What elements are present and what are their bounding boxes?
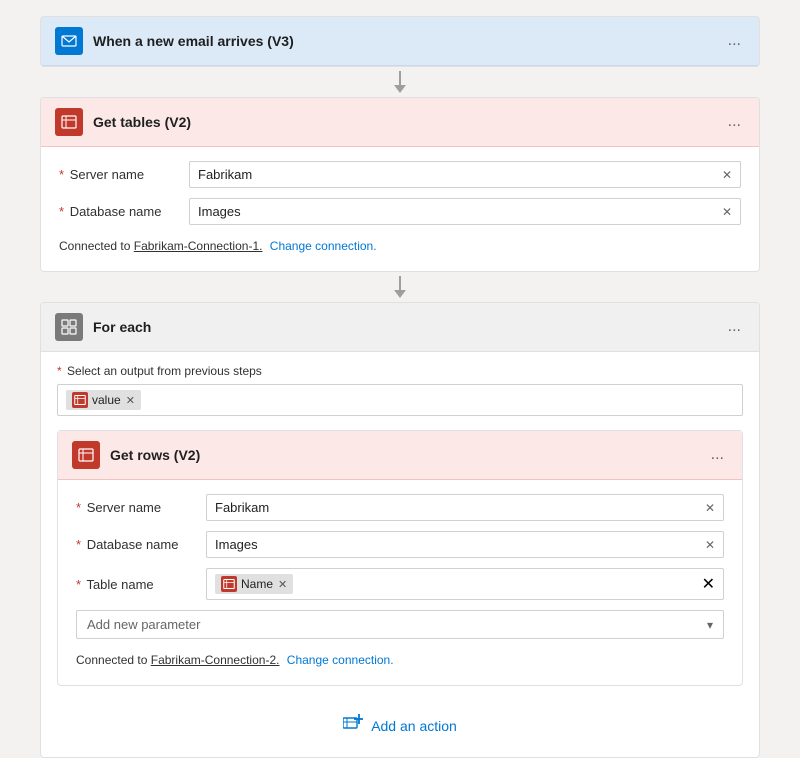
get-tables-body: * Server name Fabrikam ✕ * Database name… xyxy=(41,147,759,271)
get-tables-server-row: * Server name Fabrikam ✕ xyxy=(59,161,741,188)
add-action-label: Add an action xyxy=(371,718,457,734)
get-tables-title: Get tables (V2) xyxy=(93,114,724,130)
get-rows-table-tag-icon xyxy=(221,576,237,592)
get-tables-header: Get tables (V2) ... xyxy=(41,98,759,147)
get-rows-db-label: * Database name xyxy=(76,537,206,552)
get-rows-db-input[interactable]: Images ✕ xyxy=(206,531,724,558)
trigger-card: When a new email arrives (V3) ... xyxy=(40,16,760,67)
trigger-icon xyxy=(55,27,83,55)
get-tables-server-clear[interactable]: ✕ xyxy=(722,168,732,182)
get-rows-db-clear[interactable]: ✕ xyxy=(705,538,715,552)
get-rows-server-label: * Server name xyxy=(76,500,206,515)
get-rows-add-param-label: Add new parameter xyxy=(87,617,707,632)
get-tables-db-required: * xyxy=(59,204,64,219)
get-tables-server-required: * xyxy=(59,167,64,182)
get-rows-db-value: Images xyxy=(215,537,699,552)
add-action-icon xyxy=(343,714,363,737)
get-tables-db-label: * Database name xyxy=(59,204,189,219)
get-rows-db-row: * Database name Images ✕ xyxy=(76,531,724,558)
for-each-card: For each ... * Select an output from pre… xyxy=(40,302,760,758)
for-each-more-button[interactable]: ... xyxy=(724,318,745,336)
get-rows-card: Get rows (V2) ... * Server name Fabrikam… xyxy=(57,430,743,686)
get-rows-server-clear[interactable]: ✕ xyxy=(705,501,715,515)
get-rows-table-tag-label: Name xyxy=(241,577,273,591)
for-each-icon xyxy=(55,313,83,341)
for-each-tag-close[interactable]: ✕ xyxy=(126,394,135,407)
get-rows-connection-name[interactable]: Fabrikam-Connection-2. xyxy=(151,653,280,667)
get-tables-db-clear[interactable]: ✕ xyxy=(722,205,732,219)
for-each-title: For each xyxy=(93,319,724,335)
get-rows-table-tag: Name ✕ xyxy=(215,574,293,594)
get-rows-table-clear[interactable]: ✕ xyxy=(702,574,715,594)
get-rows-change-connection[interactable]: Change connection. xyxy=(287,653,394,667)
get-rows-server-value: Fabrikam xyxy=(215,500,699,515)
for-each-header: For each ... xyxy=(41,303,759,352)
get-tables-db-row: * Database name Images ✕ xyxy=(59,198,741,225)
for-each-value-tag: value ✕ xyxy=(66,390,141,410)
add-action-button[interactable]: Add an action xyxy=(323,706,477,745)
get-rows-server-input[interactable]: Fabrikam ✕ xyxy=(206,494,724,521)
trigger-title: When a new email arrives (V3) xyxy=(93,33,724,49)
for-each-select-label: * Select an output from previous steps xyxy=(57,364,743,378)
get-tables-server-label: * Server name xyxy=(59,167,189,182)
for-each-tag-input[interactable]: value ✕ xyxy=(57,384,743,416)
get-tables-db-input[interactable]: Images ✕ xyxy=(189,198,741,225)
get-tables-server-input[interactable]: Fabrikam ✕ xyxy=(189,161,741,188)
flow-container: When a new email arrives (V3) ... Get ta… xyxy=(40,16,760,758)
get-rows-table-label: * Table name xyxy=(76,577,206,592)
trigger-header: When a new email arrives (V3) ... xyxy=(41,17,759,66)
get-tables-card: Get tables (V2) ... * Server name Fabrik… xyxy=(40,97,760,272)
get-rows-table-tag-close[interactable]: ✕ xyxy=(278,578,287,591)
get-rows-server-row: * Server name Fabrikam ✕ xyxy=(76,494,724,521)
get-rows-table-row: * Table name xyxy=(76,568,724,600)
get-tables-change-connection[interactable]: Change connection. xyxy=(270,239,377,253)
get-rows-connection: Connected to Fabrikam-Connection-2. Chan… xyxy=(76,649,724,671)
for-each-body: * Select an output from previous steps v… xyxy=(41,352,759,757)
get-rows-icon xyxy=(72,441,100,469)
get-tables-db-value: Images xyxy=(198,204,716,219)
get-rows-more-button[interactable]: ... xyxy=(707,446,728,464)
arrow-2 xyxy=(394,276,406,298)
arrow-1 xyxy=(394,71,406,93)
for-each-tag-label: value xyxy=(92,393,121,407)
get-tables-connection-name[interactable]: Fabrikam-Connection-1. xyxy=(134,239,263,253)
get-rows-add-param[interactable]: Add new parameter ▾ xyxy=(76,610,724,639)
get-rows-title: Get rows (V2) xyxy=(110,447,707,463)
get-rows-header: Get rows (V2) ... xyxy=(58,431,742,480)
trigger-more-button[interactable]: ... xyxy=(724,32,745,50)
get-tables-more-button[interactable]: ... xyxy=(724,113,745,131)
get-rows-body: * Server name Fabrikam ✕ * Database name xyxy=(58,480,742,685)
get-tables-server-value: Fabrikam xyxy=(198,167,716,182)
get-tables-connection: Connected to Fabrikam-Connection-1. Chan… xyxy=(59,235,741,257)
get-tables-icon xyxy=(55,108,83,136)
get-rows-table-input[interactable]: Name ✕ ✕ xyxy=(206,568,724,600)
for-each-tag-icon xyxy=(72,392,88,408)
